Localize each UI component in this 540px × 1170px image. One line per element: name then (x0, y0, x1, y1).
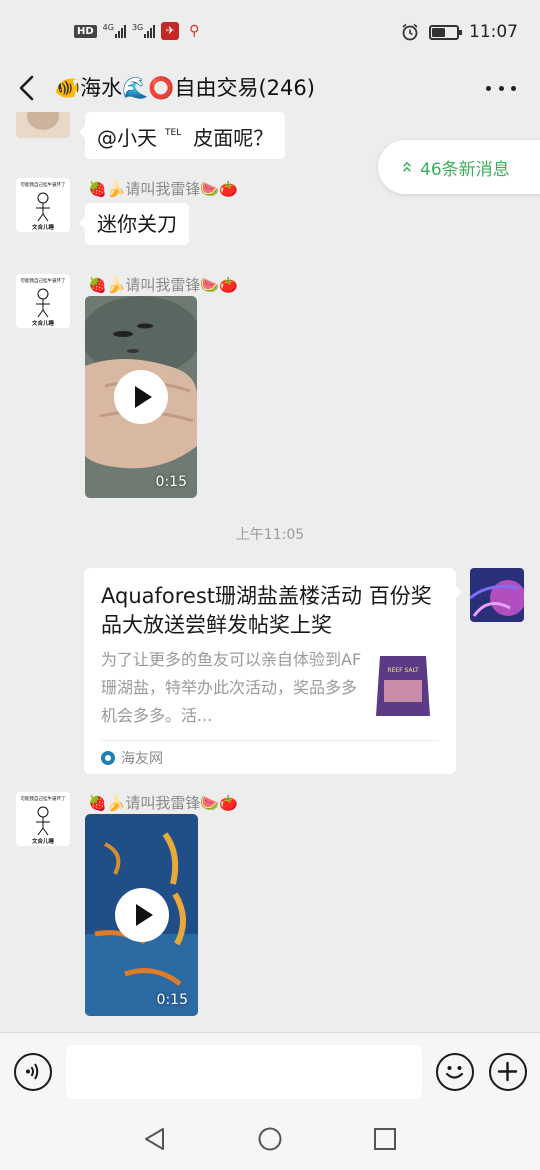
chat-title: 🐠海水🌊⭕自由交易(246) (54, 76, 315, 100)
stick-figure-avatar: 可能我自己挂牛逼坏了 文合儿睡 (16, 178, 70, 232)
new-messages-button[interactable]: 46条新消息 (378, 140, 540, 194)
source-logo-icon (101, 751, 115, 765)
chat-area[interactable]: @小天 TEL 皮面呢？ 46条新消息 可能我自己挂牛逼坏了 文合儿睡 🍓🍌请叫我雷… (0, 112, 540, 1032)
location-pin-icon: ⚲ (189, 23, 200, 39)
alarm-icon (402, 23, 418, 41)
mention-text: @小天 (97, 126, 157, 150)
svg-text:可能我自己挂牛逼坏了: 可能我自己挂牛逼坏了 (21, 181, 66, 188)
more-dot (486, 85, 491, 91)
new-messages-label: 46条新消息 (420, 159, 510, 180)
play-icon[interactable] (114, 370, 168, 424)
chevron-left-icon (19, 75, 34, 101)
play-icon[interactable] (114, 888, 169, 942)
back-button[interactable] (12, 72, 44, 104)
video-duration: 0:15 (155, 474, 187, 490)
timestamp: 上午11:05 (235, 527, 305, 543)
chat-header: 🐠海水🌊⭕自由交易(246) (0, 64, 540, 112)
video-duration: 0:15 (156, 992, 188, 1008)
more-button[interactable] (486, 77, 516, 99)
stick-figure-avatar: 可能我自己挂牛逼坏了 文合儿睡 (16, 274, 70, 328)
battery-icon (429, 24, 462, 40)
signal-icon-1: 4G (103, 24, 126, 38)
avatar[interactable]: 可能我自己挂牛逼坏了 文合儿睡 (16, 178, 70, 232)
link-thumbnail: REEF SALT (368, 650, 438, 722)
input-bar (0, 1032, 540, 1108)
double-chevron-up-icon (403, 161, 411, 172)
link-description: 为了让更多的鱼友可以亲自体验到AF珊湖盐，特举办此次活动，奖品多多机会多多。活.… (101, 650, 362, 725)
source-name: 海友网 (121, 751, 163, 767)
status-icons-right: 11:07 (401, 22, 518, 42)
link-source: 海友网 (101, 748, 163, 768)
coral-avatar (470, 568, 524, 622)
message-bubble[interactable]: 迷你关刀 (79, 203, 189, 245)
avatar[interactable] (16, 112, 70, 138)
voice-button[interactable] (14, 1053, 52, 1091)
avatar-photo (16, 112, 70, 138)
status-icons-left: HD 4G 3G ✈ ⚲ (74, 22, 203, 40)
more-dot (511, 85, 516, 91)
link-title: Aquaforest珊湖盐盖楼活动 百份奖品大放送尝鲜发帖奖上奖 (101, 584, 432, 637)
avatar[interactable]: 可能我自己挂牛逼坏了 文合儿睡 (16, 792, 70, 846)
message-text: 迷你关刀 (97, 212, 177, 236)
triangle-back-icon[interactable] (142, 1126, 168, 1152)
square-recents-icon[interactable] (372, 1126, 398, 1152)
message-input[interactable] (66, 1045, 422, 1099)
message-text: 皮面呢？ (193, 126, 274, 150)
plus-icon (497, 1061, 518, 1082)
emoji-button[interactable] (436, 1053, 474, 1091)
svg-text:文合儿睡: 文合儿睡 (32, 319, 55, 327)
stick-figure-avatar: 可能我自己挂牛逼坏了 文合儿睡 (16, 792, 70, 846)
svg-text:REEF SALT: REEF SALT (387, 667, 419, 674)
my-avatar[interactable] (470, 568, 524, 622)
video-message[interactable]: 0:15 (85, 296, 197, 498)
svg-text:可能我自己挂牛逼坏了: 可能我自己挂牛逼坏了 (21, 795, 66, 802)
more-dot (498, 85, 504, 91)
voice-icon (26, 1063, 39, 1080)
hd-badge: HD (74, 24, 97, 38)
sender-name: 🍓🍌请叫我雷锋🍉🍅 (88, 794, 238, 812)
link-card[interactable]: Aquaforest珊湖盐盖楼活动 百份奖品大放送尝鲜发帖奖上奖 为了让更多的鱼… (84, 568, 462, 774)
signal-icon-2: 3G (132, 24, 156, 38)
tel-superscript: TEL (165, 128, 182, 138)
status-bar: HD 4G 3G ✈ ⚲ 11:07 (0, 0, 540, 64)
video-message[interactable]: 0:15 (85, 814, 198, 1016)
app-notification-icon: ✈ (161, 22, 180, 40)
plus-button[interactable] (489, 1053, 527, 1091)
emoji-icon (445, 1066, 464, 1079)
avatar[interactable]: 可能我自己挂牛逼坏了 文合儿睡 (16, 274, 70, 328)
message-bubble[interactable]: @小天 TEL 皮面呢？ (78, 112, 286, 159)
svg-text:文合儿睡: 文合儿睡 (32, 837, 55, 845)
system-navigation (0, 1108, 540, 1170)
status-time: 11:07 (469, 22, 518, 42)
sender-name: 🍓🍌请叫我雷锋🍉🍅 (88, 276, 238, 294)
svg-text:文合儿睡: 文合儿睡 (32, 223, 55, 231)
sender-name: 🍓🍌请叫我雷锋🍉🍅 (88, 180, 238, 198)
link-separator (101, 740, 439, 741)
svg-text:可能我自己挂牛逼坏了: 可能我自己挂牛逼坏了 (21, 277, 66, 284)
circle-home-icon[interactable] (257, 1126, 283, 1152)
